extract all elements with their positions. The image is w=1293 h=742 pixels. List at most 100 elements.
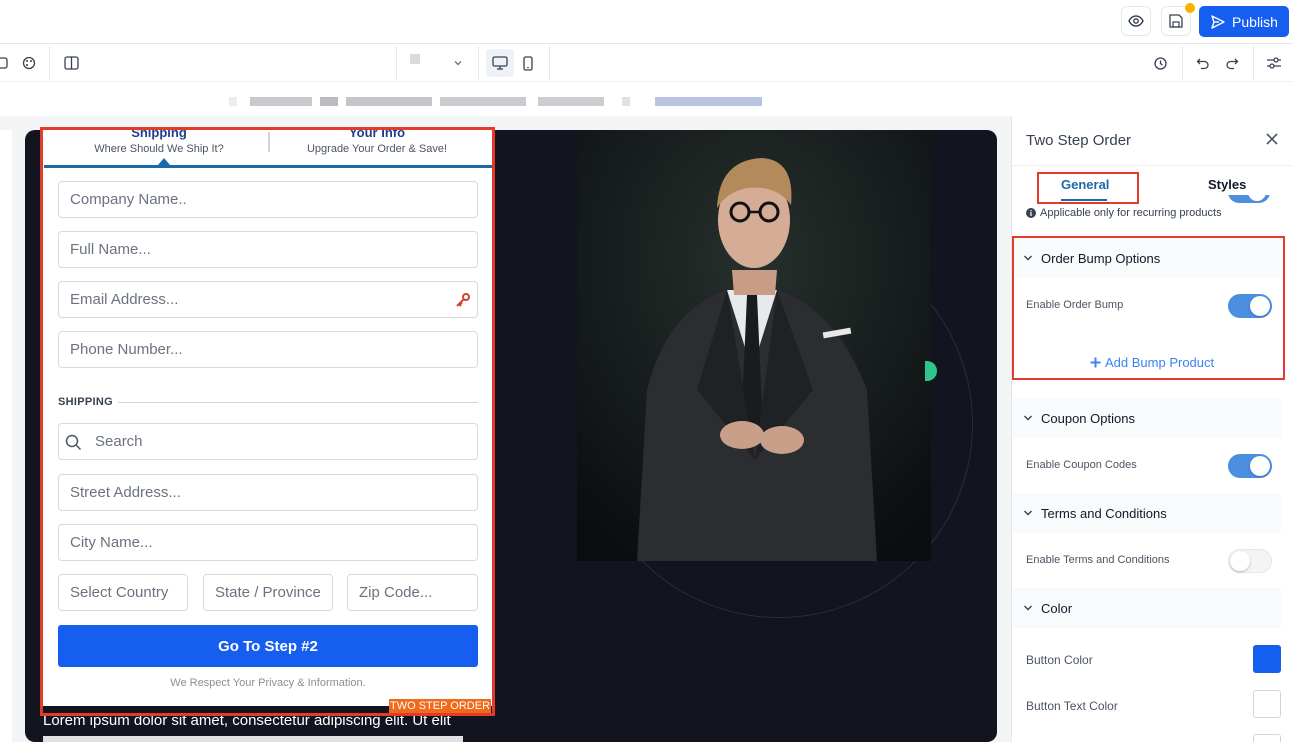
tab-styles[interactable]: Styles xyxy=(1208,177,1246,192)
layers-icon[interactable] xyxy=(0,52,14,74)
coupon-toggle[interactable] xyxy=(1228,454,1272,478)
next-color-swatch[interactable] xyxy=(1253,734,1281,742)
city-placeholder: City Name... xyxy=(70,534,153,551)
close-icon[interactable] xyxy=(1262,129,1282,149)
redacted-text xyxy=(440,97,526,106)
toolbar-divider xyxy=(1182,46,1183,80)
order-bump-toggle[interactable] xyxy=(1228,294,1272,318)
tab-underline xyxy=(44,165,492,168)
product-image[interactable] xyxy=(577,130,931,561)
phone-placeholder: Phone Number... xyxy=(70,341,183,358)
country-select[interactable]: Select Country xyxy=(58,574,188,611)
privacy-note: We Respect Your Privacy & Information. xyxy=(170,677,366,689)
chevron-down-icon xyxy=(1023,603,1033,613)
mobile-view-button[interactable] xyxy=(517,52,539,74)
chevron-down-icon[interactable] xyxy=(447,52,469,74)
chevron-down-icon xyxy=(1023,508,1033,518)
go-to-step-2-button[interactable]: Go To Step #2 xyxy=(58,625,478,667)
redacted-text xyxy=(346,97,432,106)
city-input[interactable]: City Name... xyxy=(58,524,478,561)
save-icon xyxy=(1169,14,1183,28)
button-text-color-swatch[interactable] xyxy=(1253,690,1281,718)
top-header: Publish xyxy=(0,0,1293,44)
redo-icon[interactable] xyxy=(1221,52,1243,74)
tab-general-underline xyxy=(1061,199,1107,201)
country-placeholder: Select Country xyxy=(70,584,169,601)
company-name-input[interactable]: Company Name.. xyxy=(58,181,478,218)
panel-title: Two Step Order xyxy=(1026,132,1132,149)
full-name-input[interactable]: Full Name... xyxy=(58,231,478,268)
toolbar-divider xyxy=(49,46,50,80)
recurring-note: Applicable only for recurring products xyxy=(1026,207,1222,219)
terms-section-header[interactable]: Terms and Conditions xyxy=(1013,493,1281,533)
button-color-swatch[interactable] xyxy=(1253,645,1281,673)
toolbar-divider xyxy=(549,46,550,80)
email-input[interactable]: Email Address... xyxy=(58,281,478,318)
color-section-header[interactable]: Color xyxy=(1013,588,1281,628)
desktop-icon xyxy=(492,56,508,70)
publish-button[interactable]: Publish xyxy=(1199,6,1289,37)
eye-icon xyxy=(1128,13,1144,29)
key-icon xyxy=(455,292,471,308)
shipping-section-label: SHIPPING xyxy=(58,396,113,408)
redacted-text xyxy=(538,97,604,106)
redacted-text xyxy=(320,97,338,106)
button-text-color-label: Button Text Color xyxy=(1026,699,1118,713)
search-placeholder: Search xyxy=(95,433,143,450)
zip-placeholder: Zip Code... xyxy=(359,584,433,601)
desktop-view-button[interactable] xyxy=(486,49,514,77)
split-view-icon[interactable] xyxy=(60,52,82,74)
terms-toggle[interactable] xyxy=(1228,549,1272,573)
add-bump-product-button[interactable]: Add Bump Product xyxy=(1090,355,1214,370)
palette-icon[interactable] xyxy=(18,52,40,74)
tab-your-info-title[interactable]: Your Info xyxy=(270,125,484,140)
email-placeholder: Email Address... xyxy=(70,291,179,308)
shipping-divider xyxy=(118,402,478,403)
enable-order-bump-label: Enable Order Bump xyxy=(1026,299,1124,311)
page-url-row xyxy=(212,82,1012,116)
coupon-section-header[interactable]: Coupon Options xyxy=(1013,398,1281,438)
chevron-down-icon xyxy=(1023,413,1033,423)
settings-sliders-icon[interactable] xyxy=(1263,52,1285,74)
tab-divider xyxy=(268,132,270,152)
panel-divider xyxy=(1012,165,1293,166)
tab-shipping-title[interactable]: Shipping xyxy=(44,125,274,140)
chevron-down-icon xyxy=(1023,253,1033,263)
enable-coupon-label: Enable Coupon Codes xyxy=(1026,459,1137,471)
street-address-placeholder: Street Address... xyxy=(70,484,181,501)
search-icon xyxy=(65,434,82,451)
state-input[interactable]: State / Province xyxy=(203,574,333,611)
redacted-text xyxy=(250,97,312,106)
street-address-input[interactable]: Street Address... xyxy=(58,474,478,511)
order-bump-section-header[interactable]: Order Bump Options xyxy=(1013,238,1281,278)
info-icon xyxy=(1026,208,1036,218)
history-icon[interactable] xyxy=(1149,52,1171,74)
partial-toggle[interactable] xyxy=(1228,195,1270,205)
undo-icon[interactable] xyxy=(1192,52,1214,74)
page-selector-thumb[interactable] xyxy=(410,54,420,64)
redacted-text xyxy=(229,97,237,106)
tab-your-info-subtitle: Upgrade Your Order & Save! xyxy=(306,143,448,155)
add-bump-product-label: Add Bump Product xyxy=(1105,355,1215,370)
phone-input[interactable]: Phone Number... xyxy=(58,331,478,368)
tab-general[interactable]: General xyxy=(1061,177,1109,192)
zip-input[interactable]: Zip Code... xyxy=(347,574,478,611)
toolbar-divider xyxy=(1253,46,1254,80)
body-text: Lorem ipsum dolor sit amet, consectetur … xyxy=(43,712,451,729)
recurring-note-text: Applicable only for recurring products xyxy=(1040,207,1222,219)
preview-button[interactable] xyxy=(1121,6,1151,36)
unsaved-indicator xyxy=(1185,3,1195,13)
body-text-second-line xyxy=(43,734,473,742)
order-bump-heading: Order Bump Options xyxy=(1041,250,1161,266)
active-tab-pointer xyxy=(158,158,170,165)
company-name-placeholder: Company Name.. xyxy=(70,191,187,208)
toggle-knob xyxy=(1250,296,1270,316)
plus-icon xyxy=(1090,357,1101,368)
toolbar-divider xyxy=(478,46,479,80)
publish-label: Publish xyxy=(1232,13,1278,30)
toggle-knob xyxy=(1230,551,1250,571)
coupon-heading: Coupon Options xyxy=(1041,410,1135,426)
redacted-text xyxy=(655,97,762,106)
full-name-placeholder: Full Name... xyxy=(70,241,151,258)
address-search-input[interactable]: Search xyxy=(58,423,478,460)
